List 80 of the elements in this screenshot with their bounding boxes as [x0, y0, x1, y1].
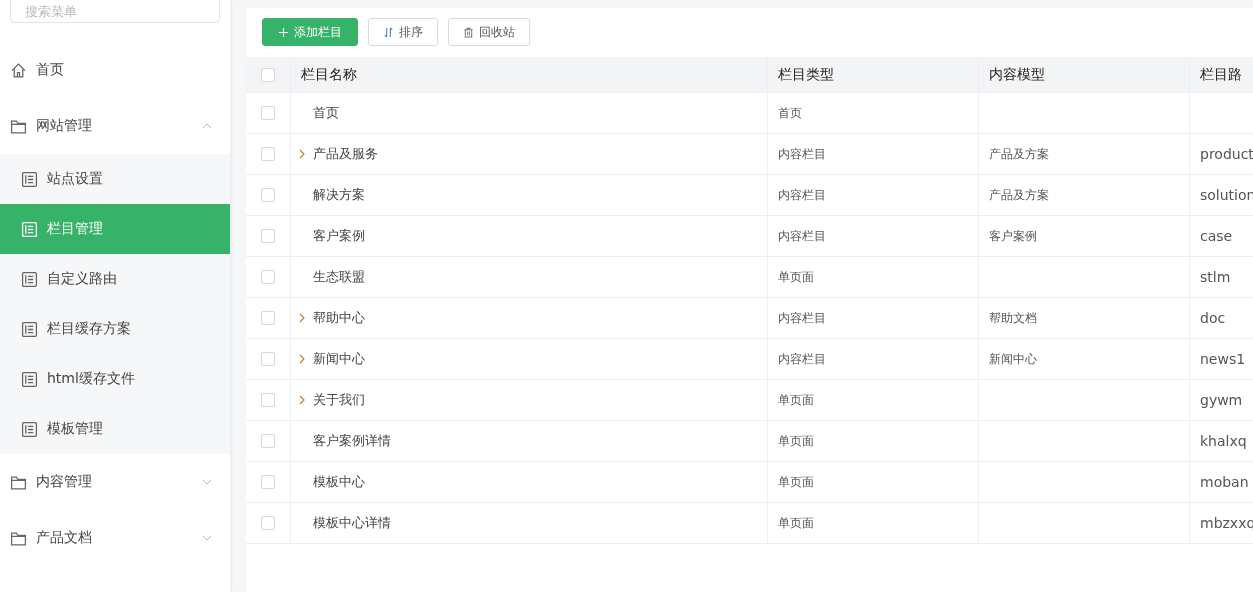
checkbox[interactable]	[261, 475, 275, 489]
checkbox[interactable]	[261, 393, 275, 407]
table-cell: 模板中心详情	[313, 514, 391, 532]
trash-button[interactable]: 回收站	[448, 18, 530, 46]
table-cell: 首页	[778, 104, 802, 122]
table-cell: product	[1200, 146, 1253, 162]
table-cell: 内容栏目	[778, 145, 826, 163]
table-cell: 单页面	[778, 473, 814, 491]
table-cell: stlm	[1200, 269, 1231, 285]
table-cell: 内容栏目	[778, 309, 826, 327]
search-field[interactable]: 搜索菜单	[10, 0, 220, 23]
table-cell: 单页面	[778, 268, 814, 286]
table-cell: 模板中心	[313, 473, 365, 491]
table-cell: 帮助中心	[313, 309, 365, 327]
table-cell: 首页	[313, 104, 339, 122]
table-cell: 内容栏目	[778, 227, 826, 245]
expand-icon[interactable]	[299, 149, 305, 159]
list-icon	[21, 320, 38, 338]
table-cell: 单页面	[778, 391, 814, 409]
sort-icon	[383, 26, 394, 38]
checkbox[interactable]	[261, 188, 275, 202]
checkbox[interactable]	[261, 147, 275, 161]
column-header: 栏目类型	[768, 57, 979, 92]
menu-item[interactable]: 产品文档	[0, 510, 230, 566]
table-cell: 客户案例	[989, 227, 1037, 245]
menu-item[interactable]: 自定义路由	[0, 254, 230, 304]
expand-icon[interactable]	[299, 395, 305, 405]
menu-item[interactable]: 内容管理	[0, 454, 230, 510]
column-header: 栏目名称	[291, 57, 768, 92]
column-header: 内容模型	[979, 57, 1190, 92]
checkbox[interactable]	[261, 311, 275, 325]
chevron-up-icon	[202, 123, 212, 129]
menu-item[interactable]: html缓存文件	[0, 354, 230, 404]
table-cell: 客户案例详情	[313, 432, 391, 450]
trash-icon	[463, 26, 474, 38]
list-icon	[21, 370, 38, 388]
column-header: 栏目路	[1190, 57, 1253, 92]
home-icon	[10, 61, 27, 79]
table-cell: 内容栏目	[778, 350, 826, 368]
table-cell: 产品及服务	[313, 145, 378, 163]
checkbox[interactable]	[261, 516, 275, 530]
checkbox[interactable]	[261, 106, 275, 120]
table-cell: 生态联盟	[313, 268, 365, 286]
table-cell: 内容栏目	[778, 186, 826, 204]
table-cell: 解决方案	[313, 186, 365, 204]
table-cell: moban	[1200, 474, 1249, 490]
table-cell: 帮助文档	[989, 309, 1037, 327]
table-cell: case	[1200, 228, 1233, 244]
table-cell: news1	[1200, 351, 1246, 367]
table-cell: 产品及方案	[989, 145, 1049, 163]
checkbox[interactable]	[261, 270, 275, 284]
checkbox[interactable]	[261, 67, 275, 82]
chevron-down-icon	[202, 479, 212, 485]
chevron-down-icon	[202, 535, 212, 541]
checkbox[interactable]	[261, 229, 275, 243]
table-cell: 关于我们	[313, 391, 365, 409]
checkbox[interactable]	[261, 434, 275, 448]
list-icon	[21, 220, 38, 238]
list-icon	[21, 170, 38, 188]
table-cell: 新闻中心	[313, 350, 365, 368]
table-cell: 产品及方案	[989, 186, 1049, 204]
table-cell: 单页面	[778, 432, 814, 450]
menu-item[interactable]: 栏目缓存方案	[0, 304, 230, 354]
list-icon	[21, 270, 38, 288]
menu-item[interactable]: 模板管理	[0, 404, 230, 454]
table-cell: 新闻中心	[989, 350, 1037, 368]
table-cell: 单页面	[778, 514, 814, 532]
table-cell: doc	[1200, 310, 1226, 326]
list-icon	[21, 420, 38, 438]
table-cell: khalxq	[1200, 433, 1247, 449]
table-cell: gywm	[1200, 392, 1243, 408]
menu-item[interactable]: 首页	[0, 42, 230, 98]
menu-item[interactable]: 网站管理	[0, 98, 230, 154]
menu-item[interactable]: 站点设置	[0, 154, 230, 204]
checkbox[interactable]	[261, 352, 275, 366]
sort-button[interactable]: 排序	[368, 18, 438, 46]
expand-icon[interactable]	[299, 354, 305, 364]
table-cell: 客户案例	[313, 227, 365, 245]
plus-icon	[278, 26, 289, 38]
expand-icon[interactable]	[299, 313, 305, 323]
